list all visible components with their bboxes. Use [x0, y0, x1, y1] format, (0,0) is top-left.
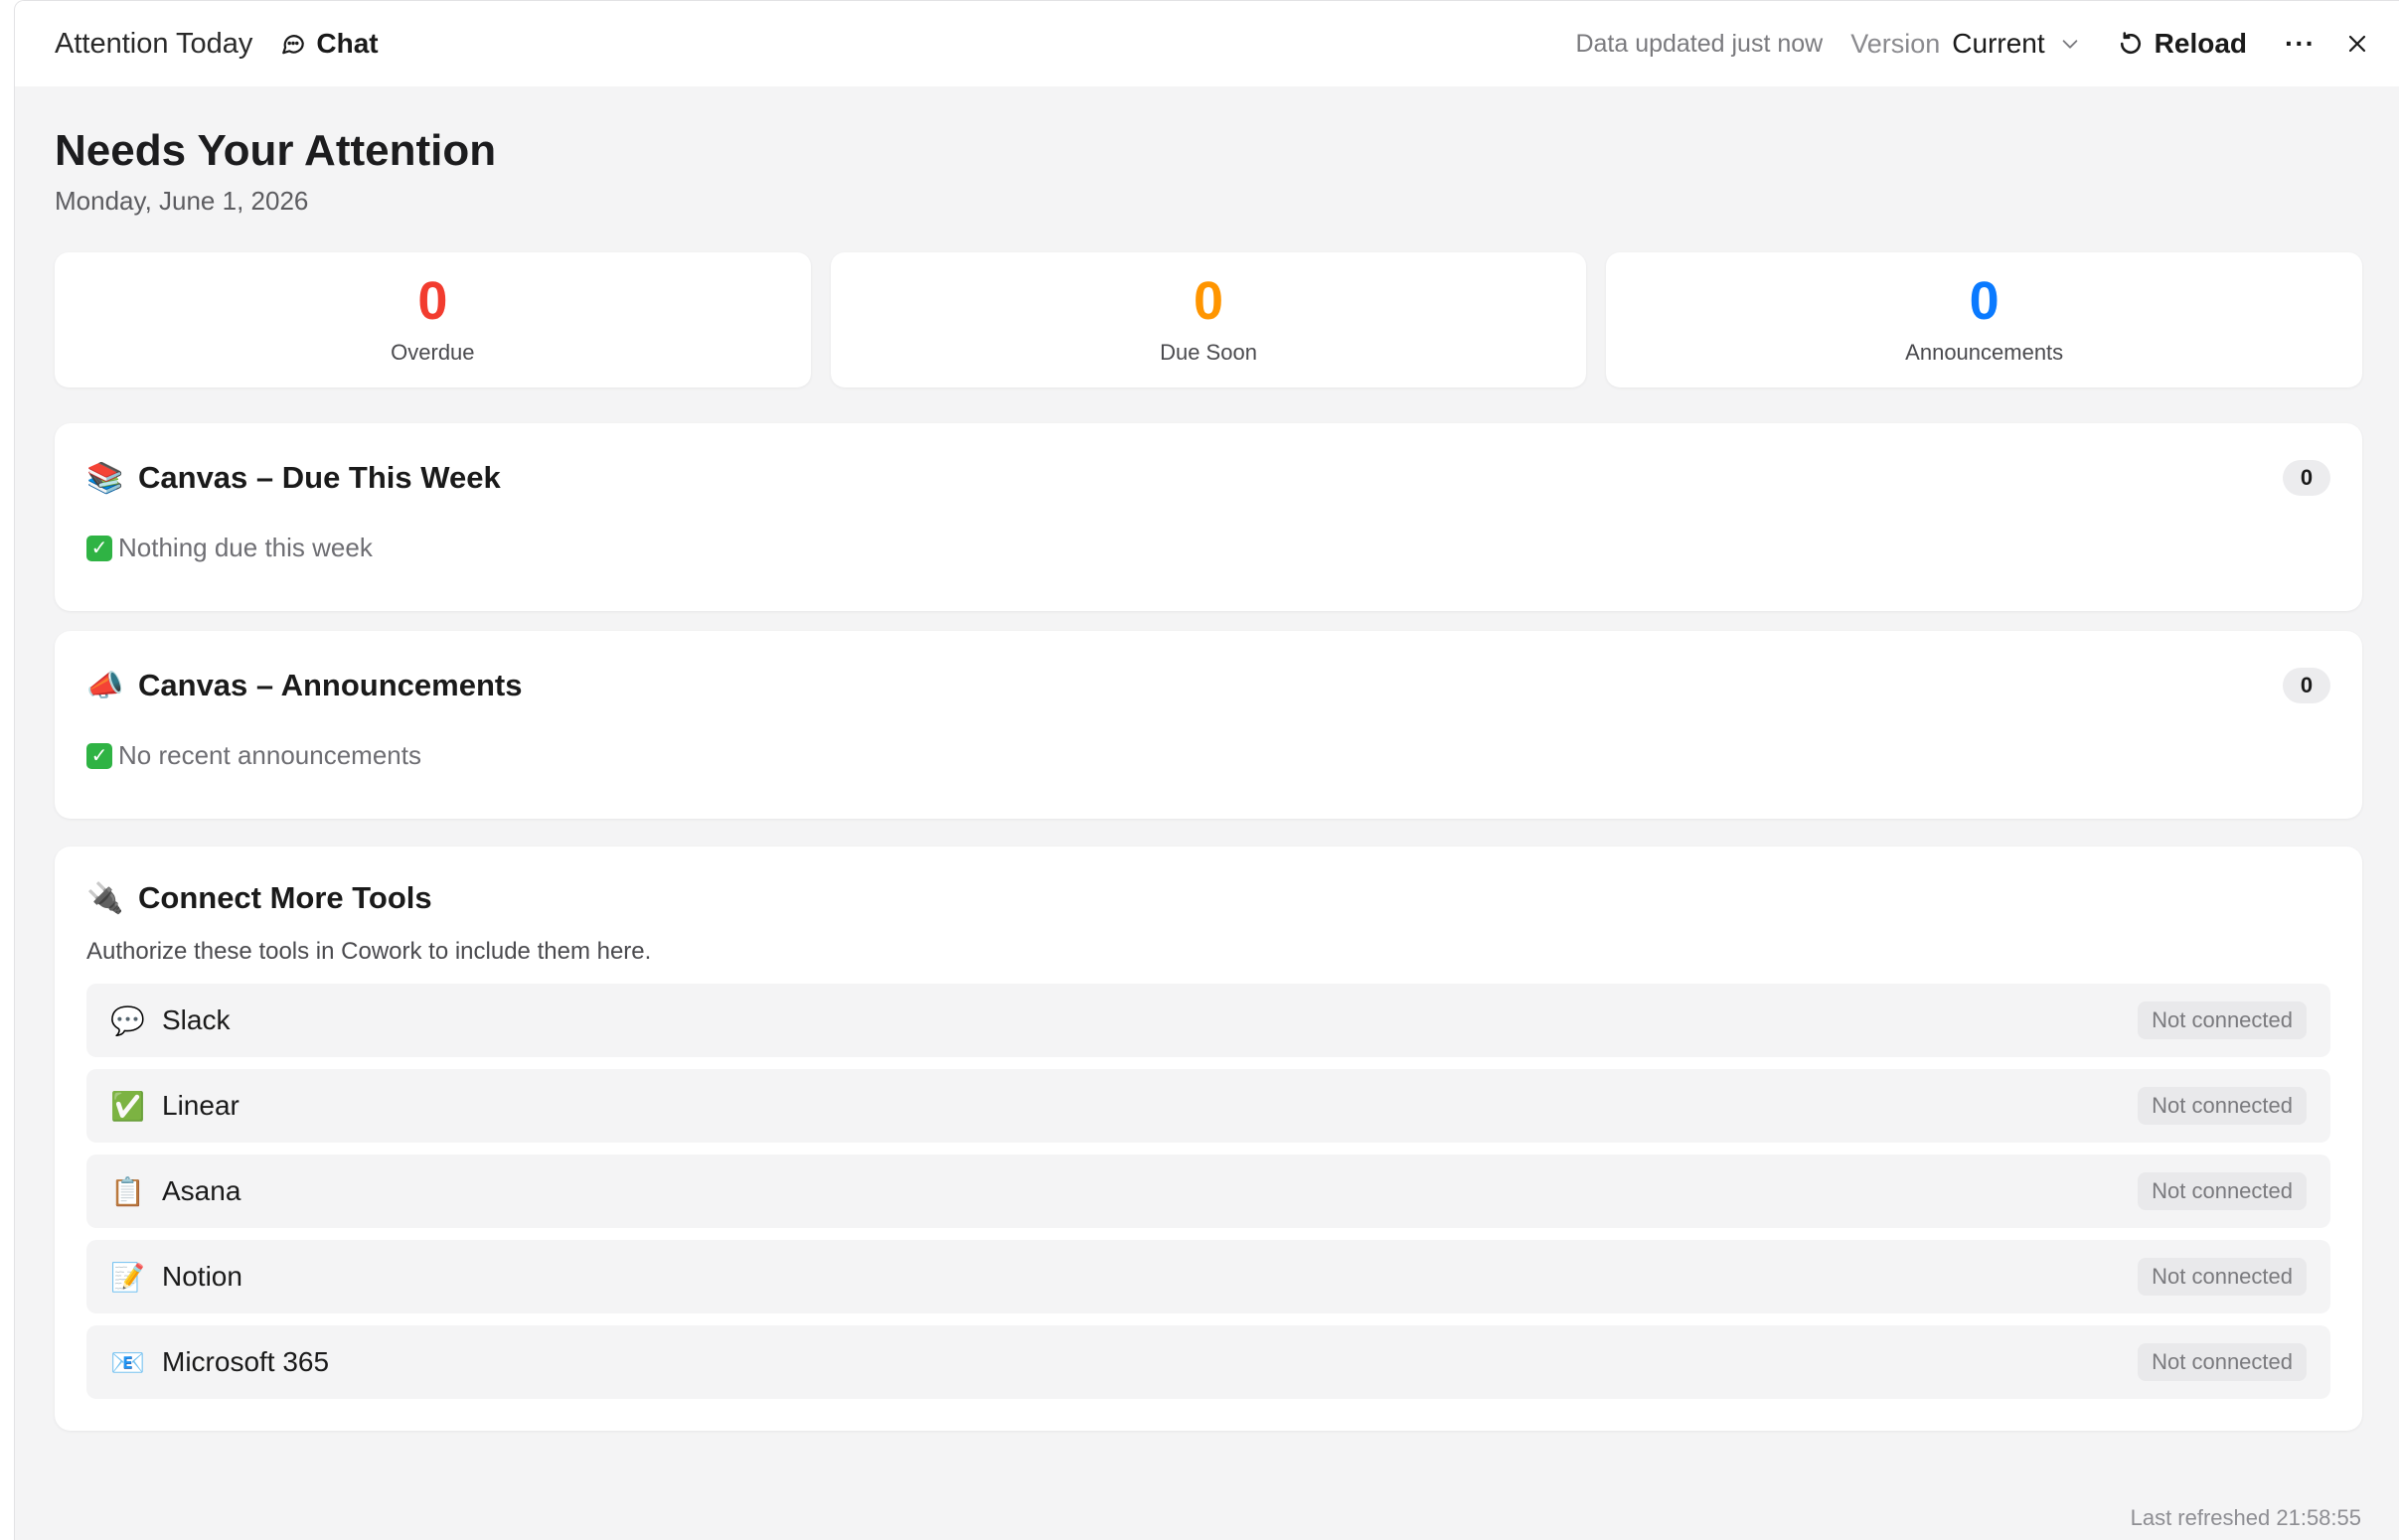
card-header: 🔌 Connect More Tools — [86, 847, 2330, 950]
title-bar: Attention Today Chat Data updated just n… — [15, 1, 2399, 86]
tool-row-linear[interactable]: ✅ Linear Not connected — [86, 1069, 2330, 1143]
memo-icon: 📝 — [110, 1261, 145, 1293]
card-title: Canvas – Announcements — [138, 668, 523, 702]
app-window: Attention Today Chat Data updated just n… — [14, 0, 2399, 1540]
announcements-card: 📣 Canvas – Announcements 0 ✓ No recent a… — [55, 631, 2362, 819]
version-label: Version — [1850, 28, 1941, 59]
close-icon[interactable] — [2345, 32, 2369, 56]
books-icon: 📚 — [86, 461, 124, 495]
tool-row-notion[interactable]: 📝 Notion Not connected — [86, 1240, 2330, 1313]
tool-row-asana[interactable]: 📋 Asana Not connected — [86, 1155, 2330, 1228]
tool-row-slack[interactable]: 💬 Slack Not connected — [86, 984, 2330, 1057]
tool-name: Notion — [162, 1261, 242, 1292]
empty-state-text: No recent announcements — [118, 740, 421, 770]
count-badge: 0 — [2283, 668, 2330, 703]
empty-state: ✓ No recent announcements — [86, 740, 2330, 819]
chat-tab[interactable]: Chat — [280, 28, 379, 60]
checkmark-icon: ✓ — [86, 742, 112, 769]
tool-name: Microsoft 365 — [162, 1346, 330, 1377]
card-subtitle: Authorize these tools in Cowork to inclu… — [86, 938, 652, 965]
stats-row: 0 Overdue 0 Due Soon 0 Announcements — [55, 252, 2363, 387]
data-updated-status: Data updated just now — [1575, 29, 1824, 58]
card-title: Connect More Tools — [138, 880, 432, 915]
app-title: Attention Today — [55, 27, 253, 60]
empty-state: ✓ Nothing due this week — [86, 533, 2330, 611]
connection-status-badge: Not connected — [2138, 1087, 2307, 1125]
plug-icon: 🔌 — [86, 881, 124, 915]
empty-state-text: Nothing due this week — [118, 533, 373, 562]
tool-name: Asana — [162, 1175, 241, 1206]
checkmark-icon: ✅ — [110, 1090, 145, 1122]
main-content: Needs Your Attention Monday, June 1, 202… — [55, 86, 2363, 1431]
tool-row-microsoft-365[interactable]: 📧 Microsoft 365 Not connected — [86, 1325, 2330, 1399]
count-badge: 0 — [2283, 460, 2330, 496]
page-date: Monday, June 1, 2026 — [55, 186, 309, 216]
stat-overdue[interactable]: 0 Overdue — [55, 252, 811, 387]
connection-status-badge: Not connected — [2138, 1343, 2307, 1381]
megaphone-icon: 📣 — [86, 669, 124, 702]
tool-name: Linear — [162, 1090, 240, 1121]
connect-tools-card: 🔌 Connect More Tools Authorize these too… — [55, 847, 2362, 1431]
version-select[interactable]: Current — [1952, 28, 2044, 60]
stat-value-announcements: 0 — [1969, 271, 1999, 331]
more-options-button[interactable]: ··· — [2285, 28, 2316, 60]
stat-value-due-soon: 0 — [1193, 271, 1224, 331]
reload-label: Reload — [2154, 28, 2248, 59]
stat-due-soon[interactable]: 0 Due Soon — [830, 252, 1587, 387]
stat-label-due-soon: Due Soon — [1160, 340, 1257, 365]
stat-announcements[interactable]: 0 Announcements — [1606, 252, 2363, 387]
connection-status-badge: Not connected — [2138, 1172, 2307, 1210]
reload-button[interactable]: Reload — [2117, 28, 2247, 60]
card-header: 📣 Canvas – Announcements 0 — [86, 631, 2330, 740]
due-this-week-card: 📚 Canvas – Due This Week 0 ✓ Nothing due… — [55, 423, 2362, 611]
chat-tab-label: Chat — [316, 28, 379, 59]
card-header: 📚 Canvas – Due This Week 0 — [86, 423, 2330, 533]
card-title: Canvas – Due This Week — [138, 460, 501, 495]
title-bar-actions: Data updated just now Version Current Re… — [1575, 1, 2399, 86]
speech-bubble-icon: 💬 — [110, 1004, 145, 1036]
connection-status-badge: Not connected — [2138, 1001, 2307, 1039]
tool-name: Slack — [162, 1004, 231, 1035]
page-title: Needs Your Attention — [55, 126, 497, 175]
clipboard-icon: 📋 — [110, 1175, 145, 1207]
last-refreshed: Last refreshed 21:58:55 — [2130, 1505, 2361, 1530]
checkmark-icon: ✓ — [86, 535, 112, 561]
connection-status-badge: Not connected — [2138, 1258, 2307, 1296]
chat-bubble-icon — [282, 35, 305, 55]
stat-label-overdue: Overdue — [391, 340, 475, 365]
reload-icon — [2120, 32, 2141, 55]
stat-label-announcements: Announcements — [1905, 340, 2064, 365]
stat-value-overdue: 0 — [417, 271, 448, 331]
chevron-down-icon[interactable] — [2059, 33, 2081, 55]
email-icon: 📧 — [110, 1346, 145, 1378]
